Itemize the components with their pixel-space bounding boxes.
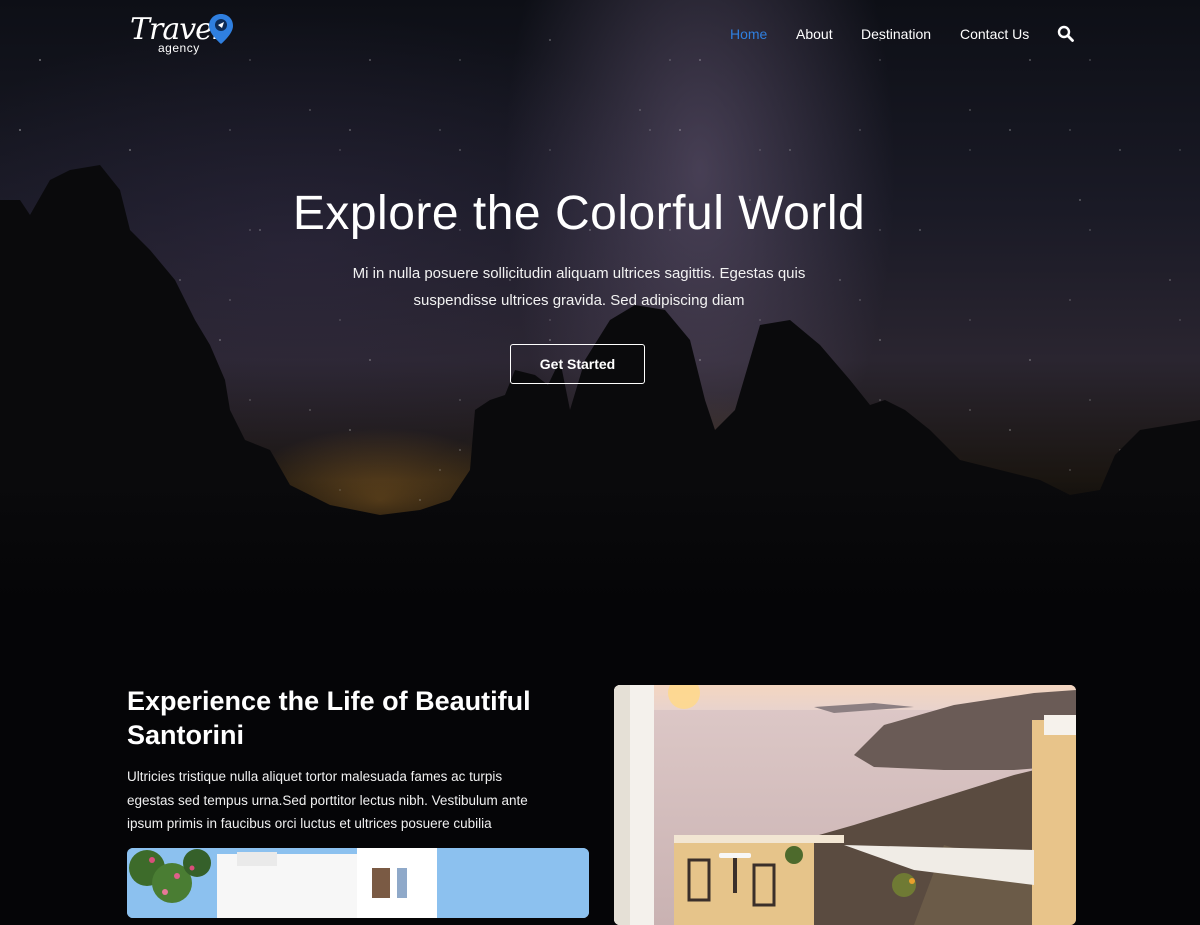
search-icon[interactable] [1057,25,1074,42]
section-body-line-3: ipsum primis in faucibus orci luctus et … [127,816,492,831]
section-body: Ultricies tristique nulla aliquet tortor… [127,765,577,836]
village-illustration [127,848,589,918]
hero-subtitle-line-2: suspendisse ultrices gravida. Sed adipis… [413,292,745,309]
santorini-village-image [127,848,589,918]
nav-home[interactable]: Home [730,26,767,42]
balcony-illustration [614,685,1076,925]
section-title: Experience the Life of Beautiful Santori… [127,686,531,750]
nav-contact-us[interactable]: Contact Us [960,26,1029,42]
hero-subtitle: Mi in nulla posuere sollicitudin aliquam… [300,260,858,314]
get-started-button[interactable]: Get Started [510,344,645,384]
nav-about[interactable]: About [796,26,833,42]
section-body-line-2: egestas sed tempus urna.Sed porttitor le… [127,792,528,808]
main-navigation: Home About Destination Contact Us [0,25,1200,46]
santorini-balcony-image [614,685,1076,925]
nav-destination[interactable]: Destination [861,26,931,42]
hero-title: Explore the Colorful World [292,187,866,240]
hero-subtitle-line-1: Mi in nulla posuere sollicitudin aliquam… [352,265,806,282]
section-body-line-1: Ultricies tristique nulla aliquet tortor… [127,769,503,784]
